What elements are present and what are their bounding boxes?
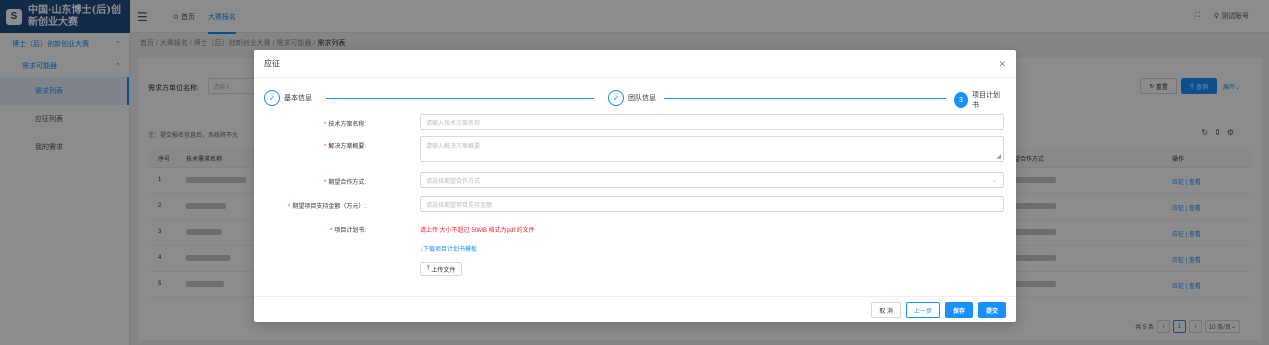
step-label: 项目计划书 (972, 92, 1000, 109)
modal-header: 应征 (254, 50, 1016, 78)
coop-mode-select[interactable]: 请选择期望合作方式 ⌄ (420, 172, 1004, 188)
close-icon[interactable]: ✕ (998, 59, 1006, 70)
coop-placeholder: 请选择期望合作方式 (426, 178, 481, 185)
step-label: 团队信息 (628, 95, 656, 102)
upload-label: 上传文件 (431, 267, 456, 274)
submit-button[interactable]: 提交 (977, 302, 1006, 318)
label-coop-mode: * 期望合作方式: (323, 180, 366, 186)
label-solution-name: * 技术方案名称: (323, 122, 366, 128)
prev-step-button[interactable]: 上一步 (905, 302, 940, 318)
step-project-plan: 3 项目计划书 (950, 90, 1006, 110)
upload-file-button[interactable]: ⤒ 上传文件 (420, 262, 463, 276)
label-solution-summary: * 解决方案概要: (323, 144, 366, 150)
step-connector (326, 98, 594, 99)
step-connector (664, 98, 946, 99)
steps: ✓ 基本信息 ✓ 团队信息 3 项目计划书 (264, 90, 1006, 110)
summary-placeholder: 请输入解决方案概要 (426, 144, 481, 150)
check-icon: ✓ (608, 90, 624, 106)
modal-footer: 取 消 上一步 保存 提交 (254, 296, 1016, 322)
cancel-button[interactable]: 取 消 (871, 302, 901, 318)
upload-tip: 请上传 大小不超过 50MB 格式为pdf 的文件 (420, 228, 535, 234)
resize-handle-icon[interactable]: ◢ (996, 153, 1001, 160)
step-number: 3 (954, 92, 968, 108)
footer-buttons: 取 消 上一步 保存 提交 (871, 302, 1006, 318)
step-basic-info: ✓ 基本信息 (264, 90, 316, 106)
apply-modal: 应征 ✕ ✓ 基本信息 ✓ 团队信息 3 项目计划书 * 技术方案名称: 请输入技… (254, 50, 1016, 322)
solution-summary-textarea[interactable]: 请输入解决方案概要 ◢ (420, 136, 1004, 162)
check-icon: ✓ (264, 90, 280, 106)
save-button[interactable]: 保存 (944, 302, 973, 318)
support-amount-input[interactable]: 请选择期望项目支持金额 (420, 196, 1004, 212)
download-template-link[interactable]: ↓下载项目计划书模板 (420, 244, 477, 253)
step-label: 基本信息 (284, 95, 312, 102)
label-project-plan: * 项目计划书: (329, 228, 366, 234)
modal-title: 应征 (264, 59, 280, 68)
label-support-amount: * 期望项目支持金额（万元）: (287, 204, 366, 210)
step-team-info: ✓ 团队信息 (604, 90, 660, 106)
solution-name-input[interactable]: 请输入技术方案名称 (420, 114, 1004, 130)
chevron-down-icon: ⌄ (991, 178, 997, 184)
